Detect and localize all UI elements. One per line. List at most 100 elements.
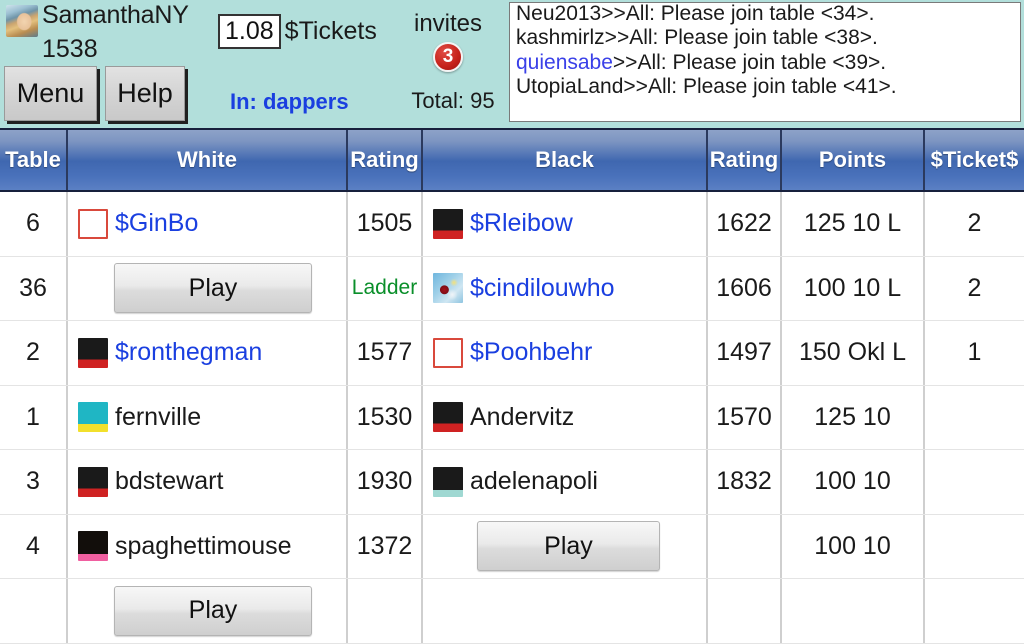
player-avatar-icon[interactable] bbox=[78, 337, 108, 368]
invites-label: invites bbox=[413, 10, 483, 37]
white-rating: 1930 bbox=[348, 450, 423, 514]
game-lobby-table: Table White Rating Black Rating Points $… bbox=[0, 128, 1024, 644]
table-row[interactable]: 6 $GinBo 1505 $Rleibow 1622 125 10 L 2 bbox=[0, 192, 1024, 257]
black-player-cell: adelenapoli bbox=[423, 450, 708, 514]
play-button[interactable]: Play bbox=[114, 585, 312, 636]
user-block: SamanthaNY 1538 bbox=[6, 2, 201, 63]
help-button[interactable]: Help bbox=[105, 66, 185, 121]
black-player[interactable]: Andervitz bbox=[433, 402, 574, 433]
white-player[interactable]: bdstewart bbox=[78, 466, 223, 497]
black-player[interactable]: $Poohbehr bbox=[433, 337, 592, 368]
total-players-label: Total: 95 bbox=[411, 88, 495, 113]
table-header-row: Table White Rating Black Rating Points $… bbox=[0, 128, 1024, 192]
white-rating: Ladder bbox=[348, 256, 423, 320]
table-row[interactable]: 2 $ronthegman 1577 $Poohbehr 1497 150 Okl L 1 bbox=[0, 321, 1024, 386]
menu-button[interactable]: Menu bbox=[4, 66, 97, 121]
table-row[interactable]: 36 Play Ladder $cindilouwho 1606 100 10 L 2 bbox=[0, 256, 1024, 321]
points-value-text: 100 10 L bbox=[803, 273, 902, 302]
white-player-name[interactable]: bdstewart bbox=[115, 467, 223, 496]
black-player-name[interactable]: adelenapoli bbox=[470, 467, 598, 496]
black-player-name[interactable]: $Rleibow bbox=[470, 209, 573, 238]
tickets-value-cell: 2 bbox=[925, 257, 1024, 321]
invites-count-badge[interactable]: 3 bbox=[433, 42, 463, 72]
black-player-name[interactable]: $cindilouwho bbox=[470, 274, 615, 303]
player-avatar-icon[interactable] bbox=[433, 402, 463, 433]
white-rating-text: 1505 bbox=[356, 209, 413, 238]
column-header-black[interactable]: Black bbox=[423, 130, 708, 190]
column-header-white[interactable]: White bbox=[68, 130, 348, 190]
chat-sender-link[interactable]: quiensabe bbox=[516, 51, 613, 74]
table-number-text: 6 bbox=[26, 209, 40, 238]
chat-line: UtopiaLand>>All: Please join table <41>. bbox=[516, 75, 897, 99]
points-value-text: 125 10 L bbox=[803, 209, 902, 238]
player-avatar-icon[interactable] bbox=[78, 531, 108, 562]
white-player[interactable]: $ronthegman bbox=[78, 337, 262, 368]
player-avatar-icon[interactable] bbox=[433, 466, 463, 497]
table-number: 36 bbox=[0, 256, 68, 320]
white-rating-text: 1577 bbox=[356, 338, 413, 367]
black-rating: 1570 bbox=[708, 385, 782, 449]
black-player[interactable]: adelenapoli bbox=[433, 466, 598, 497]
white-player-name[interactable]: $GinBo bbox=[115, 209, 198, 238]
tickets-value[interactable]: 1.08 bbox=[218, 14, 281, 49]
white-player[interactable]: fernville bbox=[78, 402, 201, 433]
points-value bbox=[782, 579, 925, 643]
table-number: 4 bbox=[0, 514, 68, 578]
points-value-text: 150 Okl L bbox=[798, 338, 906, 367]
black-player-name[interactable]: Andervitz bbox=[470, 403, 574, 432]
current-room-link[interactable]: In: dappers bbox=[230, 89, 349, 115]
player-avatar-icon[interactable] bbox=[78, 466, 108, 497]
play-button[interactable]: Play bbox=[477, 521, 660, 572]
table-row[interactable]: 3 bdstewart 1930 adelenapoli 1832 100 10 bbox=[0, 450, 1024, 515]
chat-panel[interactable]: Neu2013>>All: Please join table <34>. ka… bbox=[509, 2, 1021, 122]
top-bar: SamanthaNY 1538 Menu Help 1.08 $Tickets … bbox=[0, 0, 1024, 128]
empty-avatar-icon[interactable] bbox=[433, 337, 463, 368]
table-number: 1 bbox=[0, 385, 68, 449]
black-player[interactable]: $cindilouwho bbox=[433, 273, 615, 304]
user-photo-avatar[interactable] bbox=[6, 5, 38, 37]
points-value: 150 Okl L bbox=[782, 321, 925, 385]
player-avatar-icon[interactable] bbox=[433, 208, 463, 239]
black-player-cell: $cindilouwho bbox=[423, 256, 708, 320]
table-row[interactable]: Play bbox=[0, 579, 1024, 644]
column-header-table[interactable]: Table bbox=[0, 130, 68, 190]
white-player[interactable]: spaghettimouse bbox=[78, 531, 292, 562]
column-header-white-rating[interactable]: Rating bbox=[348, 130, 423, 190]
column-header-points[interactable]: Points bbox=[782, 130, 925, 190]
tickets-label: $Tickets bbox=[284, 17, 377, 45]
player-avatar-icon[interactable] bbox=[78, 402, 108, 433]
white-rating-text: Ladder bbox=[351, 276, 418, 300]
empty-avatar-icon[interactable] bbox=[78, 208, 108, 239]
points-value: 100 10 bbox=[782, 514, 925, 578]
tickets-value-cell bbox=[925, 450, 1024, 514]
points-value: 125 10 L bbox=[782, 192, 925, 256]
black-rating-text: 1832 bbox=[716, 467, 772, 496]
black-player-name[interactable]: $Poohbehr bbox=[470, 338, 592, 367]
player-avatar-icon[interactable] bbox=[433, 273, 463, 304]
white-player[interactable]: $GinBo bbox=[78, 208, 198, 239]
black-player[interactable]: $Rleibow bbox=[433, 208, 573, 239]
tickets-value-cell bbox=[925, 386, 1024, 450]
user-identity: SamanthaNY bbox=[6, 2, 201, 37]
play-button[interactable]: Play bbox=[114, 263, 312, 314]
points-value: 125 10 bbox=[782, 385, 925, 449]
white-player-cell: bdstewart bbox=[68, 450, 348, 514]
white-rating bbox=[348, 579, 423, 643]
invites-block[interactable]: invites 3 bbox=[398, 10, 498, 72]
column-header-black-rating[interactable]: Rating bbox=[708, 130, 782, 190]
table-number-text: 3 bbox=[26, 467, 40, 496]
table-row[interactable]: 1 fernville 1530 Andervitz 1570 125 10 bbox=[0, 385, 1024, 450]
white-player-name[interactable]: $ronthegman bbox=[115, 338, 262, 367]
table-row[interactable]: 4 spaghettimouse 1372 Play 100 10 bbox=[0, 514, 1024, 579]
table-number: 6 bbox=[0, 192, 68, 256]
user-rating: 1538 bbox=[42, 35, 98, 63]
black-player-cell: Andervitz bbox=[423, 385, 708, 449]
points-value-text: 100 10 bbox=[814, 467, 891, 496]
tickets-value-cell-text: 1 bbox=[967, 338, 982, 367]
white-player-name[interactable]: spaghettimouse bbox=[115, 532, 292, 561]
white-player-cell: Play bbox=[68, 256, 348, 320]
chat-line: Neu2013>>All: Please join table <34>. bbox=[516, 2, 875, 25]
table-number: 2 bbox=[0, 321, 68, 385]
column-header-tickets[interactable]: $Ticket$ bbox=[925, 130, 1024, 190]
white-player-name[interactable]: fernville bbox=[115, 403, 201, 432]
